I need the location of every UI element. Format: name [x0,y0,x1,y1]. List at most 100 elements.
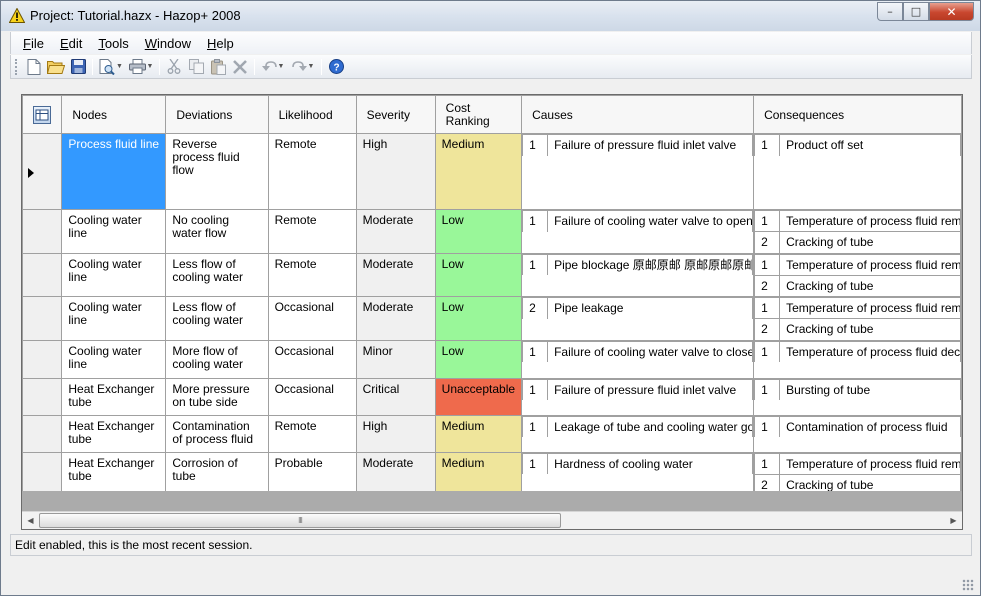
deviation-cell[interactable]: No cooling water flow [165,209,269,254]
consequence-item[interactable]: 2 Cracking of tube [754,318,961,340]
node-cell[interactable]: Cooling water line [61,209,167,254]
new-button[interactable] [23,57,45,77]
node-cell[interactable]: Heat Exchanger tube [61,451,167,491]
cause-item[interactable]: 1 Pipe blockage 原邮原邮 原邮原邮原邮 [522,253,753,275]
scroll-thumb[interactable]: III [39,513,561,528]
cause-item[interactable]: 1 Failure of cooling water valve to close [522,341,753,362]
likelihood-cell[interactable]: Occasional [267,296,357,341]
delete-button[interactable] [229,57,251,77]
menu-window[interactable]: Window [137,36,199,51]
table-row[interactable]: Heat Exchanger tube More pressure on tube… [22,377,962,416]
cause-cell[interactable]: 1 Failure of cooling water valve to close [521,339,755,379]
scroll-left-icon[interactable]: ◀ [22,512,39,529]
column-header-causes[interactable]: Causes [521,95,755,134]
column-header-likelihood[interactable]: Likelihood [267,95,357,134]
cost-ranking-cell[interactable]: Low [434,209,523,254]
likelihood-cell[interactable]: Occasional [267,377,357,416]
print-button[interactable]: ▼ [126,57,156,77]
cost-ranking-cell[interactable]: Low [434,252,523,297]
consequence-cell[interactable]: 1 Contamination of process fluid [753,414,962,453]
column-header-severity[interactable]: Severity [355,95,436,134]
row-header[interactable] [22,296,63,341]
cause-item[interactable]: 1 Failure of cooling water valve to open [522,210,753,232]
column-header-nodes[interactable]: Nodes [61,95,167,134]
consequence-cell[interactable]: 1 Temperature of process fluid remains hi… [753,451,962,491]
consequence-item[interactable]: 1 Temperature of process fluid remains hi… [754,452,961,475]
row-header[interactable] [22,377,63,416]
row-header[interactable] [22,414,63,453]
deviation-cell[interactable]: Less flow of cooling water [165,296,269,341]
consequence-item[interactable]: 1 Temperature of process fluid remains hi… [754,210,961,232]
cost-ranking-cell[interactable]: Medium [434,451,523,491]
severity-cell[interactable]: High [355,414,436,453]
likelihood-cell[interactable]: Remote [267,414,357,453]
consequence-cell[interactable]: 1 Temperature of process fluid decreases [753,339,962,379]
save-button[interactable] [67,57,89,77]
column-header-deviations[interactable]: Deviations [165,95,269,134]
table-row[interactable]: Heat Exchanger tube Corrosion of tube Prob… [22,451,962,491]
copy-button[interactable] [185,57,207,77]
cause-item[interactable]: 1 Failure of pressure fluid inlet valve [522,379,753,400]
consequence-cell[interactable]: 1 Temperature of process fluid remains hi… [753,209,962,254]
consequence-cell[interactable]: 1 Product off set [753,133,962,210]
minimize-button[interactable]: – [877,2,903,21]
deviation-cell[interactable]: Less flow of cooling water [165,252,269,297]
cost-ranking-cell[interactable]: Medium [434,133,523,210]
cause-cell[interactable]: 1 Failure of cooling water valve to open [521,209,755,254]
consequence-item[interactable]: 1 Contamination of process fluid [754,416,961,437]
deviation-cell[interactable]: More flow of cooling water [165,339,269,379]
row-header[interactable] [22,339,63,379]
likelihood-cell[interactable]: Remote [267,209,357,254]
table-row[interactable]: Cooling water line More flow of cooling w… [22,339,962,379]
row-header[interactable] [22,133,63,210]
consequence-item[interactable]: 2 Cracking of tube [754,274,961,296]
cause-item[interactable]: 1 Hardness of cooling water [522,452,753,474]
grid-corner[interactable] [22,95,63,134]
node-cell[interactable]: Heat Exchanger tube [61,414,167,453]
redo-button[interactable]: ▼ [288,57,318,77]
table-row[interactable]: Cooling water line Less flow of cooling w… [22,296,962,341]
cost-ranking-cell[interactable]: Low [434,296,523,341]
consequence-cell[interactable]: 1 Bursting of tube [753,377,962,416]
close-button[interactable]: ✕ [929,2,974,21]
consequence-item[interactable]: 1 Temperature of process fluid remains hi… [754,297,961,319]
consequence-item[interactable]: 1 Temperature of process fluid remains hi… [754,253,961,276]
cause-cell[interactable]: 1 Failure of pressure fluid inlet valve [521,377,755,416]
column-header-consequences[interactable]: Consequences [753,95,962,134]
cause-cell[interactable]: 1 Pipe blockage 原邮原邮 原邮原邮原邮 [521,252,755,297]
cause-cell[interactable]: 1 Failure of pressure fluid inlet valve [521,133,755,210]
menu-edit[interactable]: Edit [52,36,90,51]
severity-cell[interactable]: Moderate [355,296,436,341]
consequence-item[interactable]: 1 Temperature of process fluid decreases [754,341,961,362]
row-header[interactable] [22,252,63,297]
severity-cell[interactable]: Minor [355,339,436,379]
consequence-cell[interactable]: 1 Temperature of process fluid remains hi… [753,252,962,297]
column-header-cost-ranking[interactable]: Cost Ranking [434,95,523,134]
cause-item[interactable]: 2 Pipe leakage [522,297,753,319]
row-header[interactable] [22,451,63,491]
row-header[interactable] [22,209,63,254]
severity-cell[interactable]: Critical [355,377,436,416]
node-cell[interactable]: Cooling water line [61,296,167,341]
open-button[interactable] [45,57,67,77]
menu-tools[interactable]: Tools [90,36,136,51]
cause-cell[interactable]: 1 Hardness of cooling water [521,451,755,491]
likelihood-cell[interactable]: Remote [267,252,357,297]
deviation-cell[interactable]: Corrosion of tube [165,451,269,491]
deviation-cell[interactable]: Reverse process fluid flow [165,133,269,210]
resize-grip-icon[interactable] [962,579,974,591]
likelihood-cell[interactable]: Probable [267,451,357,491]
paste-button[interactable] [207,57,229,77]
grid-viewport[interactable]: Nodes Deviations Likelihood Severity Cos… [22,95,962,491]
table-row[interactable]: Cooling water line Less flow of cooling w… [22,252,962,297]
likelihood-cell[interactable]: Remote [267,133,357,210]
severity-cell[interactable]: Moderate [355,209,436,254]
help-button[interactable]: ? [325,57,347,77]
cause-item[interactable]: 1 Leakage of tube and cooling water goes … [522,416,753,437]
node-cell[interactable]: Cooling water line [61,339,167,379]
deviation-cell[interactable]: More pressure on tube side [165,377,269,416]
severity-cell[interactable]: Moderate [355,252,436,297]
table-row[interactable]: Cooling water line No cooling water flow R… [22,209,962,254]
cut-button[interactable] [163,57,185,77]
scroll-right-icon[interactable]: ▶ [945,512,962,529]
